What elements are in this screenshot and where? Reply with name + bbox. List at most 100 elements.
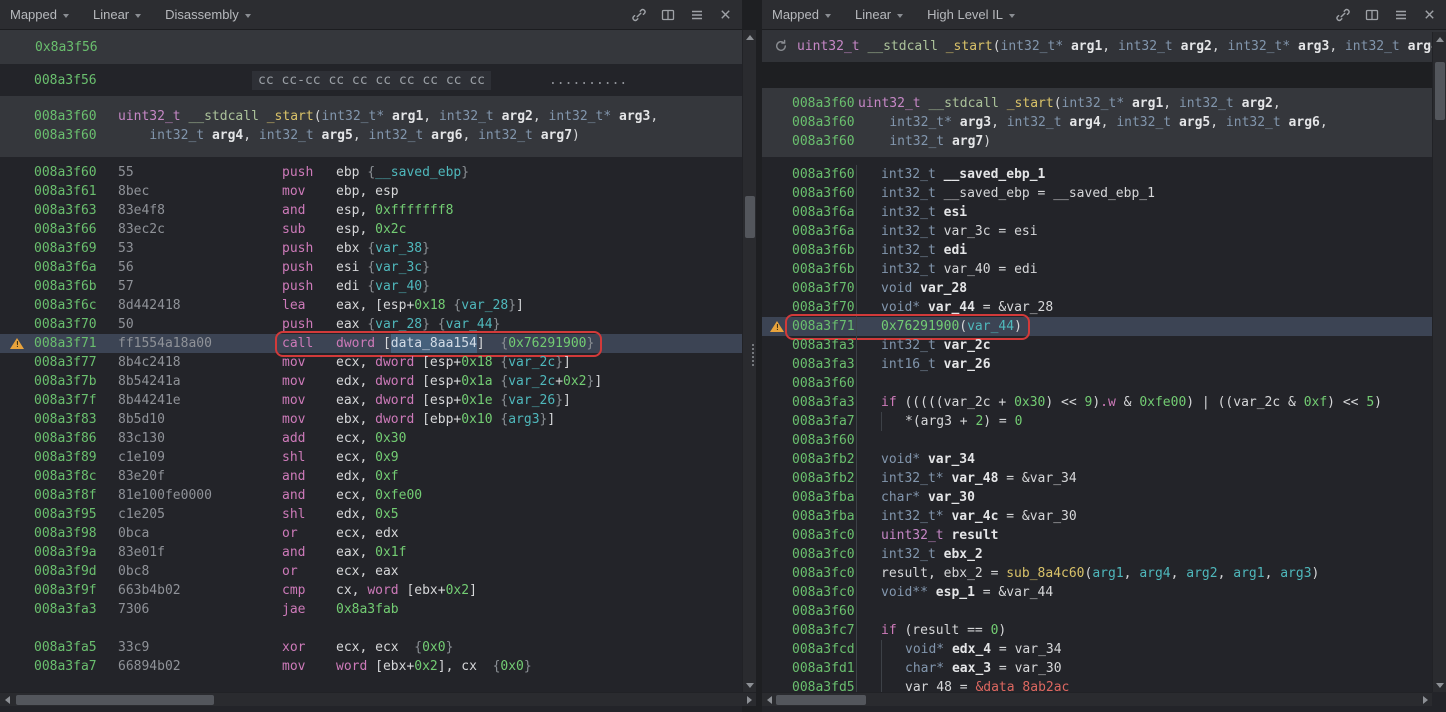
disassembly-row[interactable]: 008a3f8683c130addecx, 0x30 [0, 429, 742, 448]
hlil-row[interactable]: 008a3fb2void* var_34 [762, 450, 1446, 469]
hlil-row[interactable]: 008a3fc0void** esp_1 = &var_44 [762, 583, 1446, 602]
disassembly-row[interactable]: 008a3f838b5d10movebx, dword [ebp+0x10 {a… [0, 410, 742, 429]
hamburger-menu-icon[interactable] [1394, 8, 1408, 22]
disassembly-row[interactable]: 008a3f8c83e20fandedx, 0xf [0, 467, 742, 486]
scroll-left-button[interactable] [762, 693, 776, 707]
code-token[interactable]: sub_8a4c60 [1006, 566, 1084, 581]
scroll-left-button[interactable] [0, 693, 14, 707]
disassembly-row[interactable]: 008a3f89c1e109shlecx, 0x9 [0, 448, 742, 467]
disassembly-row[interactable] [0, 619, 742, 638]
disassembly-row[interactable]: 008a3f778b4c2418movecx, dword [esp+0x18 … [0, 353, 742, 372]
menu-view-hlil[interactable]: High Level IL [927, 7, 1015, 22]
close-icon[interactable] [1423, 8, 1436, 21]
hlil-row[interactable]: 008a3fc7if (result == 0) [762, 621, 1446, 640]
hex-dump-row[interactable]: 008a3f56 cc cc-cc cc cc cc cc cc cc cc .… [0, 71, 742, 90]
split-pane-icon[interactable] [1365, 8, 1379, 22]
hlil-row[interactable]: 008a3f6aint32_t esi [762, 203, 1446, 222]
function-signature-row[interactable]: 008a3f60uint32_t __stdcall _start(int32_… [0, 107, 742, 126]
right-horizontal-scrollbar[interactable] [762, 692, 1432, 706]
disassembly-row[interactable]: 008a3f9f663b4b02cmpcx, word [ebx+0x2] [0, 581, 742, 600]
code-token[interactable]: data_8aa154 [391, 334, 477, 353]
disassembly-row[interactable]: 008a3f980bcaorecx, edx [0, 524, 742, 543]
scroll-down-button[interactable] [743, 678, 757, 692]
hlil-row[interactable]: 008a3fd5var_48 = &data_8ab2ac [762, 678, 1446, 692]
scroll-down-button[interactable] [1433, 678, 1446, 692]
disassembly-row[interactable]: 008a3f6a56pushesi {var_3c} [0, 258, 742, 277]
disassembly-row[interactable]: 008a3f71ff1554a18a00calldword [data_8aa1… [0, 334, 742, 353]
hlil-row[interactable]: 008a3f6aint32_t var_3c = esi [762, 222, 1446, 241]
menu-linear[interactable]: Linear [93, 7, 141, 22]
hlil-row[interactable]: 008a3fc0result, ebx_2 = sub_8a4c60(arg1,… [762, 564, 1446, 583]
menu-linear[interactable]: Linear [855, 7, 903, 22]
hlil-row[interactable]: 008a3fa7*(arg3 + 2) = 0 [762, 412, 1446, 431]
hlil-row[interactable]: 008a3fb2int32_t* var_48 = &var_34 [762, 469, 1446, 488]
hlil-row[interactable]: 008a3f6bint32_t edi [762, 241, 1446, 260]
address-peek-row[interactable]: 0x8a3f56 [0, 30, 742, 64]
hlil-row[interactable]: 008a3f6bint32_t var_40 = edi [762, 260, 1446, 279]
link-icon[interactable] [632, 8, 646, 22]
hlil-row[interactable]: 008a3fc0uint32_t result [762, 526, 1446, 545]
menu-view-disassembly[interactable]: Disassembly [165, 7, 251, 22]
scroll-right-button[interactable] [742, 693, 756, 707]
function-signature-row[interactable]: 008a3f60 int32_t arg4, int32_t arg5, int… [0, 126, 742, 145]
disassembly-row[interactable]: 008a3fa533c9xorecx, ecx {0x0} [0, 638, 742, 657]
hlil-row[interactable]: 008a3fcdvoid* edx_4 = var_34 [762, 640, 1446, 659]
disassembly-row[interactable]: 008a3f9d0bc8orecx, eax [0, 562, 742, 581]
scroll-up-button[interactable] [1433, 32, 1446, 46]
function-signature-row[interactable]: 008a3f60 int32_t arg7) [762, 132, 1446, 151]
hlil-row[interactable]: 008a3f70void* var_44 = &var_28 [762, 298, 1446, 317]
hlil-row[interactable]: 008a3fa3if (((((var_2c + 0x30) << 9).w &… [762, 393, 1446, 412]
disassembly-row[interactable]: 008a3f7b8b54241amovedx, dword [esp+0x1a … [0, 372, 742, 391]
hlil-row[interactable]: 008a3f60int32_t __saved_ebp = __saved_eb… [762, 184, 1446, 203]
close-icon[interactable] [719, 8, 732, 21]
function-signature-row[interactable]: 008a3f60 int32_t* arg3, int32_t arg4, in… [762, 113, 1446, 132]
split-pane-icon[interactable] [661, 8, 675, 22]
scroll-right-button[interactable] [1418, 693, 1432, 707]
hlil-row[interactable]: 008a3fc0int32_t ebx_2 [762, 545, 1446, 564]
scroll-up-button[interactable] [743, 30, 757, 44]
menu-mapped[interactable]: Mapped [10, 7, 69, 22]
disassembly-row[interactable]: 008a3f9a83e01fandeax, 0x1f [0, 543, 742, 562]
hlil-row[interactable]: 008a3fa3int32_t var_2c [762, 336, 1446, 355]
scrollbar-thumb[interactable] [745, 196, 755, 238]
disassembly-row[interactable]: 008a3f6683ec2csubesp, 0x2c [0, 220, 742, 239]
code-token[interactable]: _start [1007, 96, 1054, 111]
scrollbar-thumb[interactable] [1435, 62, 1445, 120]
disassembly-row[interactable]: 008a3f6c8d442418leaeax, [esp+0x18 {var_2… [0, 296, 742, 315]
code-token: int32_t [881, 224, 936, 239]
disassembly-row[interactable]: 008a3f8f81e100fe0000andecx, 0xfe00 [0, 486, 742, 505]
function-signature-row[interactable]: 008a3f60uint32_t __stdcall _start(int32_… [762, 94, 1446, 113]
disassembly-row[interactable]: 008a3f6055pushebp {__saved_ebp} [0, 163, 742, 182]
hlil-row[interactable]: 008a3fa3int16_t var_26 [762, 355, 1446, 374]
link-icon[interactable] [1336, 8, 1350, 22]
hlil-row[interactable]: 008a3f60 [762, 374, 1446, 393]
code-token[interactable]: &data_8ab2ac [975, 680, 1069, 692]
disassembly-row[interactable]: 008a3f6b57pushedi {var_40} [0, 277, 742, 296]
hlil-row[interactable]: 008a3f70void var_28 [762, 279, 1446, 298]
code-token[interactable]: _start [946, 39, 993, 54]
hlil-row[interactable]: 008a3fbaint32_t* var_4c = &var_30 [762, 507, 1446, 526]
disassembly-row[interactable]: 008a3f95c1e205shledx, 0x5 [0, 505, 742, 524]
scrollbar-thumb[interactable] [776, 695, 866, 705]
menu-mapped[interactable]: Mapped [772, 7, 831, 22]
left-horizontal-scrollbar[interactable] [0, 692, 756, 706]
sticky-function-header[interactable]: uint32_t __stdcall _start(int32_t* arg1,… [762, 30, 1446, 62]
disassembly-row[interactable]: 008a3f7050pusheax {var_28} {var_44} [0, 315, 742, 334]
right-vertical-scrollbar[interactable] [1432, 32, 1446, 692]
hlil-row[interactable]: 008a3fbachar* var_30 [762, 488, 1446, 507]
disassembly-row[interactable]: 008a3f6383e4f8andesp, 0xfffffff8 [0, 201, 742, 220]
disassembly-row[interactable]: 008a3f6953pushebx {var_38} [0, 239, 742, 258]
disassembly-row[interactable]: 008a3f618becmovebp, esp [0, 182, 742, 201]
disassembly-row[interactable]: 008a3fa766894b02movword [ebx+0x2], cx {0… [0, 657, 742, 676]
hlil-row[interactable]: 008a3f710x76291900(var_44) [762, 317, 1446, 336]
disassembly-row[interactable]: 008a3f7f8b44241emoveax, dword [esp+0x1e … [0, 391, 742, 410]
code-token[interactable]: _start [267, 107, 314, 126]
scrollbar-thumb[interactable] [16, 695, 214, 705]
left-vertical-scrollbar[interactable] [742, 30, 756, 692]
hlil-row[interactable]: 008a3f60 [762, 602, 1446, 621]
disassembly-row[interactable]: 008a3fa37306jae0x8a3fab [0, 600, 742, 619]
hlil-row[interactable]: 008a3f60 [762, 431, 1446, 450]
hlil-row[interactable]: 008a3f60int32_t __saved_ebp_1 [762, 165, 1446, 184]
hamburger-menu-icon[interactable] [690, 8, 704, 22]
hlil-row[interactable]: 008a3fd1char* eax_3 = var_30 [762, 659, 1446, 678]
